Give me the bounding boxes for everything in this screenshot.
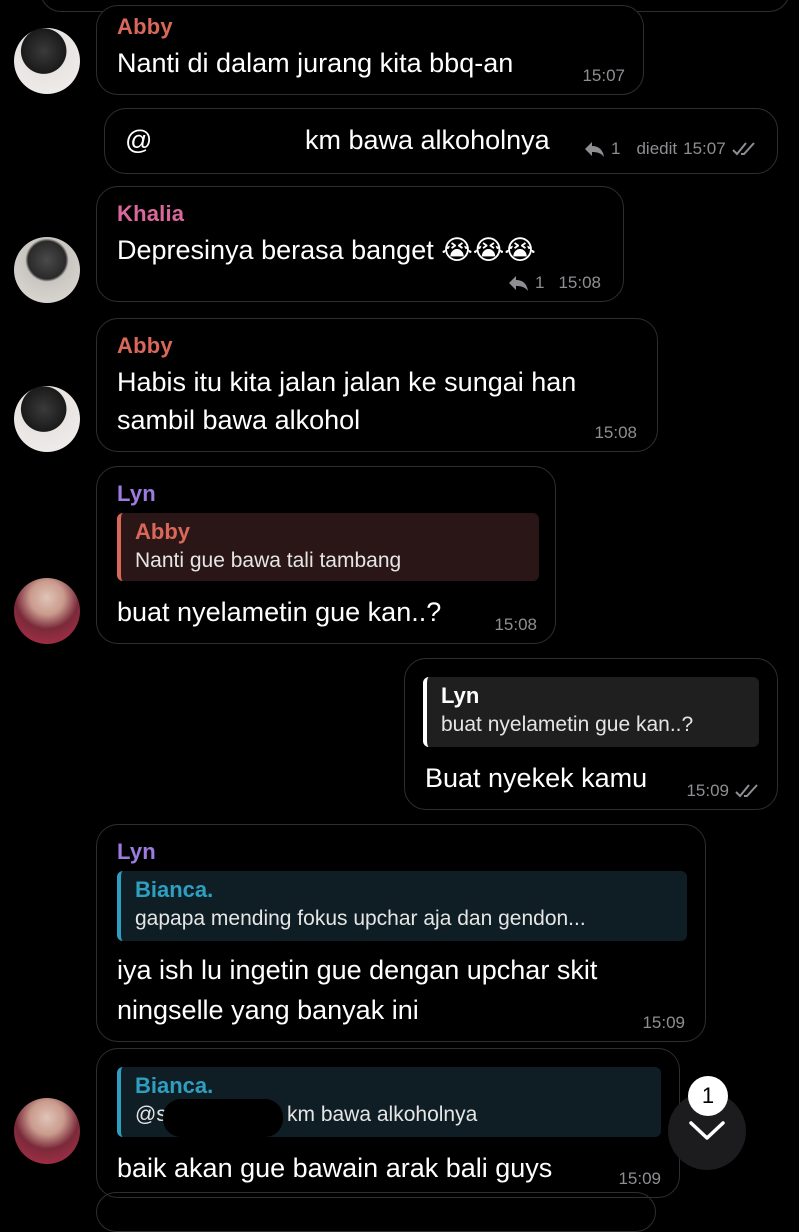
message-text: Depresinya berasa banget 😭😭😭: [117, 235, 536, 265]
message-text: iya ish lu ingetin gue dengan upchar ski…: [117, 955, 598, 985]
double-check-icon: [735, 784, 758, 798]
avatar-lyn[interactable]: [14, 578, 80, 644]
quote-sender: Bianca.: [135, 877, 214, 902]
message-bubble[interactable]: Abby Habis itu kita jalan jalan ke sunga…: [96, 318, 658, 452]
quote-text: Nanti gue bawa tali tambang: [135, 549, 402, 572]
message-meta: 1 15:08: [507, 273, 601, 293]
reply-quote[interactable]: Bianca. gapapa mending fokus upchar aja …: [117, 871, 687, 941]
sender-name: Lyn: [117, 839, 156, 864]
avatar-lyn[interactable]: [14, 1098, 80, 1164]
message-text: Habis itu kita jalan jalan ke sungai han: [117, 367, 577, 397]
sender-name: Abby: [117, 333, 173, 358]
reply-count: 1: [535, 273, 545, 292]
message-text: km bawa alkoholnya: [305, 125, 550, 155]
message-bubble[interactable]: Lyn Abby Nanti gue bawa tali tambang bua…: [96, 466, 556, 644]
sender-name: Khalia: [117, 201, 185, 226]
avatar-khalia[interactable]: [14, 237, 80, 303]
avatar-abby[interactable]: [14, 386, 80, 452]
redaction-mark: [163, 1099, 283, 1137]
message-time: 15:08: [558, 273, 602, 292]
message-time: 15:08: [594, 423, 637, 442]
unread-badge: 1: [688, 1076, 728, 1116]
reply-icon: [509, 276, 528, 291]
message-time: 15:09: [642, 1013, 685, 1032]
partial-bubble-bottom: [96, 1192, 656, 1232]
chevron-down-icon: [689, 1121, 725, 1140]
quote-text: buat nyelametin gue kan..?: [441, 713, 694, 736]
message-bubble[interactable]: Khalia Depresinya berasa banget 😭😭😭 1 15…: [96, 186, 624, 302]
quote-sender: Bianca.: [135, 1073, 214, 1098]
message-bubble[interactable]: Bianca. @s km bawa alkoholnya baik akan …: [96, 1048, 680, 1198]
message-text: sambil bawa alkohol: [117, 405, 361, 435]
message-time: 15:09: [686, 781, 729, 800]
quote-sender: Lyn: [441, 683, 480, 708]
reply-count: 1: [611, 139, 621, 158]
avatar-abby[interactable]: [14, 28, 80, 94]
double-check-icon: [731, 142, 755, 156]
message-text: ningselle yang banyak ini: [117, 995, 419, 1025]
sender-name: Lyn: [117, 481, 156, 506]
message-time: 15:08: [494, 615, 537, 634]
message-time: 15:07: [683, 139, 726, 158]
mention-text[interactable]: @: [125, 121, 152, 159]
message-bubble[interactable]: @ km bawa alkoholnya 1 diedit 15:07: [104, 108, 778, 174]
message-time: 15:09: [618, 1169, 661, 1188]
message-meta: 1 diedit 15:07: [583, 139, 758, 159]
edited-label: diedit: [636, 139, 678, 158]
sender-name: Abby: [117, 14, 173, 39]
message-text: buat nyelametin gue kan..?: [117, 597, 442, 627]
quote-text: km bawa alkoholnya: [287, 1103, 478, 1126]
quote-text: gapapa mending fokus upchar aja dan gend…: [135, 907, 586, 930]
message-meta: 15:09: [686, 781, 761, 801]
reply-icon: [585, 142, 604, 157]
message-text: baik akan gue bawain arak bali guys: [117, 1153, 553, 1183]
message-bubble[interactable]: Lyn buat nyelametin gue kan..? Buat nyek…: [404, 658, 778, 810]
message-bubble[interactable]: Lyn Bianca. gapapa mending fokus upchar …: [96, 824, 706, 1042]
reply-quote[interactable]: Lyn buat nyelametin gue kan..?: [423, 677, 759, 747]
reply-quote[interactable]: Abby Nanti gue bawa tali tambang: [117, 513, 539, 581]
message-text: Nanti di dalam jurang kita bbq-an: [117, 48, 514, 78]
message-bubble[interactable]: Abby Nanti di dalam jurang kita bbq-an 1…: [96, 5, 644, 95]
message-time: 15:07: [582, 66, 625, 85]
quote-sender: Abby: [135, 519, 190, 544]
message-text: Buat nyekek kamu: [425, 763, 648, 793]
